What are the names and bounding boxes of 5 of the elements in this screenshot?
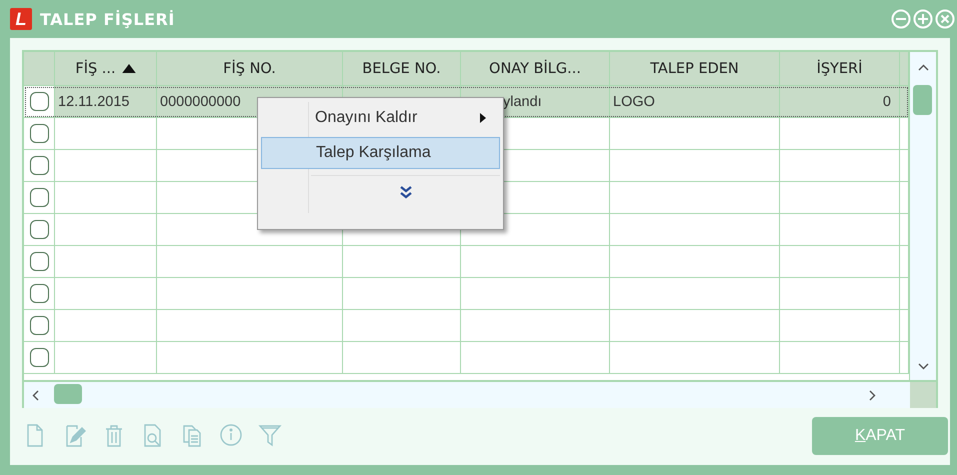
table-cell: 12.11.2015 — [55, 86, 157, 118]
table-cell: 0 — [780, 86, 900, 118]
table-cell: LOGO — [610, 86, 780, 118]
window-title: TALEP FİŞLERİ — [40, 10, 176, 28]
app-logo: L — [10, 8, 32, 30]
